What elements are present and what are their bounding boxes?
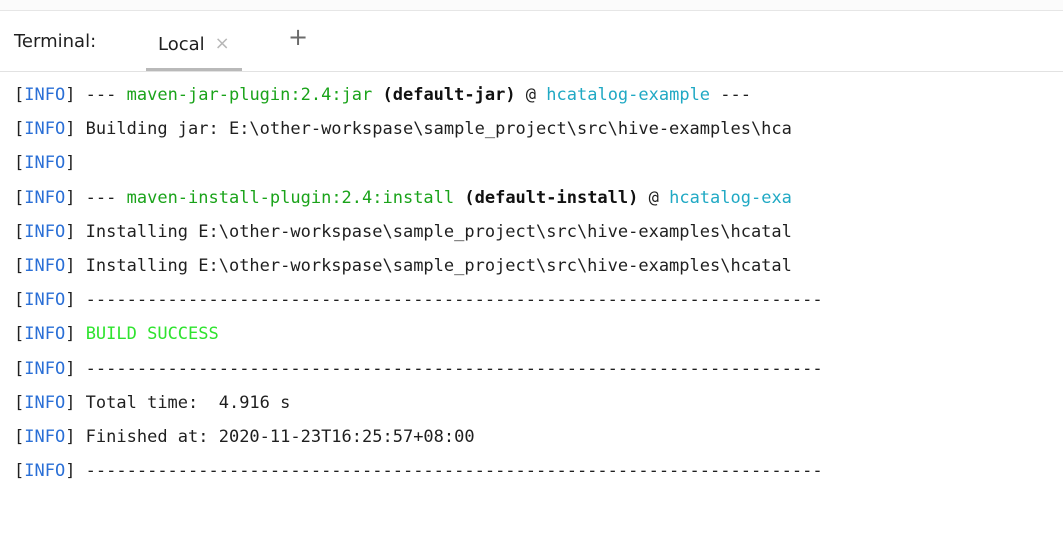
line-segment: (default-jar): [372, 85, 516, 105]
close-icon[interactable]: ×: [215, 35, 230, 53]
info-prefix: INFO: [24, 255, 66, 276]
terminal-line: [INFO]: [14, 146, 1063, 180]
line-segment: maven-install-plugin:2.4:install: [126, 187, 455, 208]
info-prefix: INFO: [24, 461, 66, 482]
terminal-line: [INFO] ---------------------------------…: [14, 454, 1063, 488]
line-segment: BUILD SUCCESS: [85, 324, 219, 345]
line-segment: [: [14, 358, 25, 379]
info-prefix: INFO: [24, 392, 66, 413]
terminal-line: [INFO] ---------------------------------…: [14, 352, 1063, 386]
terminal-line: [INFO] Total time: 4.916 s: [14, 386, 1063, 420]
terminal-label: Terminal:: [14, 31, 97, 52]
line-segment: hcatalog-exa: [669, 187, 792, 208]
line-segment: (default-install): [454, 187, 639, 208]
terminal-output[interactable]: [INFO] --- maven-jar-plugin:2.4:jar (def…: [14, 78, 1063, 542]
line-segment: ---: [710, 85, 751, 105]
line-segment: [: [14, 426, 25, 447]
line-segment: [: [14, 255, 25, 276]
info-prefix: INFO: [24, 187, 66, 208]
tab-local-label: Local: [158, 33, 205, 55]
terminal-line: [INFO] Finished at: 2020-11-23T16:25:57+…: [14, 420, 1063, 454]
info-prefix: INFO: [24, 290, 66, 311]
terminal-line: [INFO] --- maven-install-plugin:2.4:inst…: [14, 181, 1063, 215]
line-segment: [: [14, 119, 25, 140]
line-segment: ] Installing E:\other-workspase\sample_p…: [65, 221, 792, 242]
line-segment: ] ---: [65, 85, 127, 105]
terminal-line: [INFO] --- maven-jar-plugin:2.4:jar (def…: [14, 78, 1063, 112]
terminal-tab-bar: Terminal: Local × +: [0, 11, 1063, 72]
info-prefix: INFO: [24, 153, 66, 174]
info-prefix: INFO: [24, 221, 66, 242]
tab-local[interactable]: Local ×: [146, 17, 242, 71]
line-segment: ] ---: [65, 187, 127, 208]
line-segment: maven-jar-plugin:2.4:jar: [126, 85, 373, 105]
active-tab-indicator: [146, 68, 242, 71]
line-segment: ]: [65, 153, 76, 174]
terminal-line: [INFO] Installing E:\other-workspase\sam…: [14, 215, 1063, 249]
line-segment: ] Total time: 4.916 s: [65, 392, 291, 413]
line-segment: ] Building jar: E:\other-workspase\sampl…: [65, 119, 792, 140]
line-segment: [: [14, 187, 25, 208]
terminal-line: [INFO] Installing E:\other-workspase\sam…: [14, 249, 1063, 283]
line-segment: [: [14, 221, 25, 242]
line-segment: [: [14, 461, 25, 482]
line-segment: ] Installing E:\other-workspase\sample_p…: [65, 255, 792, 276]
line-segment: ] --------------------------------------…: [65, 358, 823, 379]
line-segment: hcatalog-example: [546, 85, 711, 105]
line-segment: @: [515, 85, 547, 105]
line-segment: ] --------------------------------------…: [65, 461, 823, 482]
info-prefix: INFO: [24, 426, 66, 447]
info-prefix: INFO: [24, 85, 66, 105]
info-prefix: INFO: [24, 358, 66, 379]
plus-icon[interactable]: +: [288, 25, 308, 49]
line-segment: @: [638, 187, 670, 208]
info-prefix: INFO: [24, 119, 66, 140]
line-segment: [: [14, 85, 25, 105]
line-segment: [: [14, 324, 25, 345]
info-prefix: INFO: [24, 324, 66, 345]
terminal-line: [INFO] ---------------------------------…: [14, 283, 1063, 317]
line-segment: [: [14, 392, 25, 413]
terminal-line: [INFO] Building jar: E:\other-workspase\…: [14, 112, 1063, 146]
line-segment: ] Finished at: 2020-11-23T16:25:57+08:00: [65, 426, 475, 447]
line-segment: ] --------------------------------------…: [65, 290, 823, 311]
line-segment: ]: [65, 324, 86, 345]
terminal-window: Terminal: Local × + [INFO] --- maven-jar…: [0, 0, 1063, 542]
terminal-line: [INFO] BUILD SUCCESS: [14, 317, 1063, 351]
line-segment: [: [14, 290, 25, 311]
line-segment: [: [14, 153, 25, 174]
top-separator: [0, 0, 1063, 11]
